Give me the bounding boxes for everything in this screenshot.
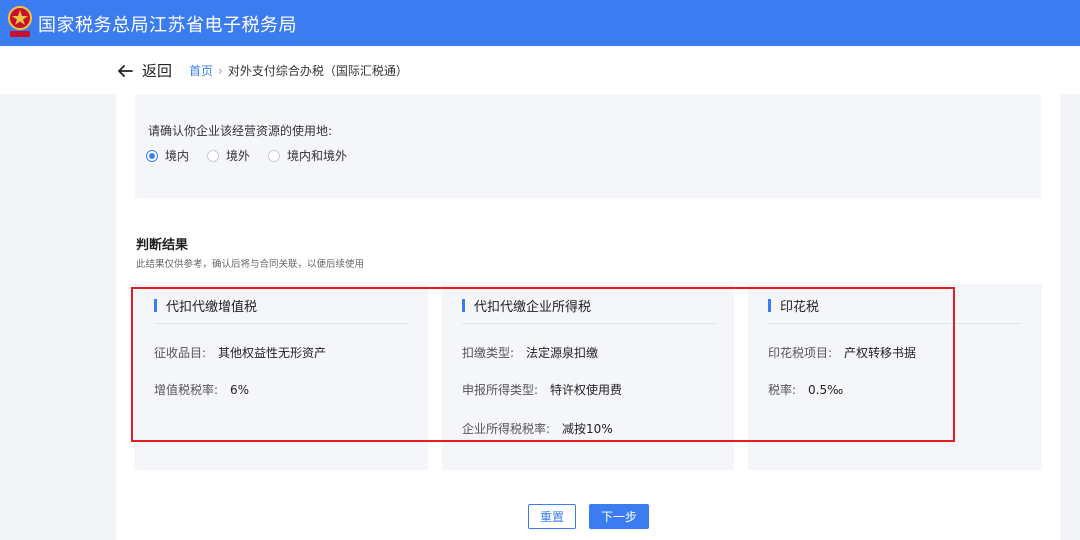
radio-unchecked-icon xyxy=(268,149,281,162)
breadcrumb-current: 对外支付综合办税（国际汇税通） xyxy=(227,64,408,78)
tax-emblem-icon xyxy=(8,6,32,37)
radio-label: 境内和境外 xyxy=(287,149,348,163)
breadcrumb: 首页 › 对外支付综合办税（国际汇税通） xyxy=(189,62,408,79)
nav-bar: 返回 首页 › 对外支付综合办税（国际汇税通） xyxy=(0,46,1080,94)
breadcrumb-home-link[interactable]: 首页 xyxy=(189,64,213,78)
radio-checked-icon xyxy=(146,149,158,162)
next-step-button[interactable]: 下一步 xyxy=(589,504,649,529)
breadcrumb-separator-icon: › xyxy=(218,64,223,78)
back-label: 返回 xyxy=(142,62,173,80)
arrow-left-icon xyxy=(118,64,133,77)
location-radio-group: 境内 境外 境内和境外 xyxy=(146,147,365,164)
radio-option-overseas[interactable]: 境外 xyxy=(207,147,250,164)
radio-label: 境外 xyxy=(226,149,251,163)
site-title: 国家税务总局江苏省电子税务局 xyxy=(38,15,297,36)
radio-unchecked-icon xyxy=(207,149,220,162)
question-prompt: 请确认你企业该经营资源的使用地: xyxy=(148,124,333,138)
highlight-annotation-box xyxy=(131,287,955,442)
question-box: 请确认你企业该经营资源的使用地: 境内 境外 境内和境外 xyxy=(135,94,1041,198)
radio-option-both[interactable]: 境内和境外 xyxy=(268,147,347,164)
reset-button[interactable]: 重置 xyxy=(528,504,576,529)
radio-label: 境内 xyxy=(165,149,190,163)
result-title: 判断结果 xyxy=(136,238,189,253)
back-button[interactable]: 返回 xyxy=(116,60,172,81)
radio-option-domestic[interactable]: 境内 xyxy=(146,147,189,164)
result-note: 此结果仅供参考，确认后将与合同关联，以便后续使用 xyxy=(136,259,365,270)
top-header: 国家税务总局江苏省电子税务局 xyxy=(0,0,1080,46)
